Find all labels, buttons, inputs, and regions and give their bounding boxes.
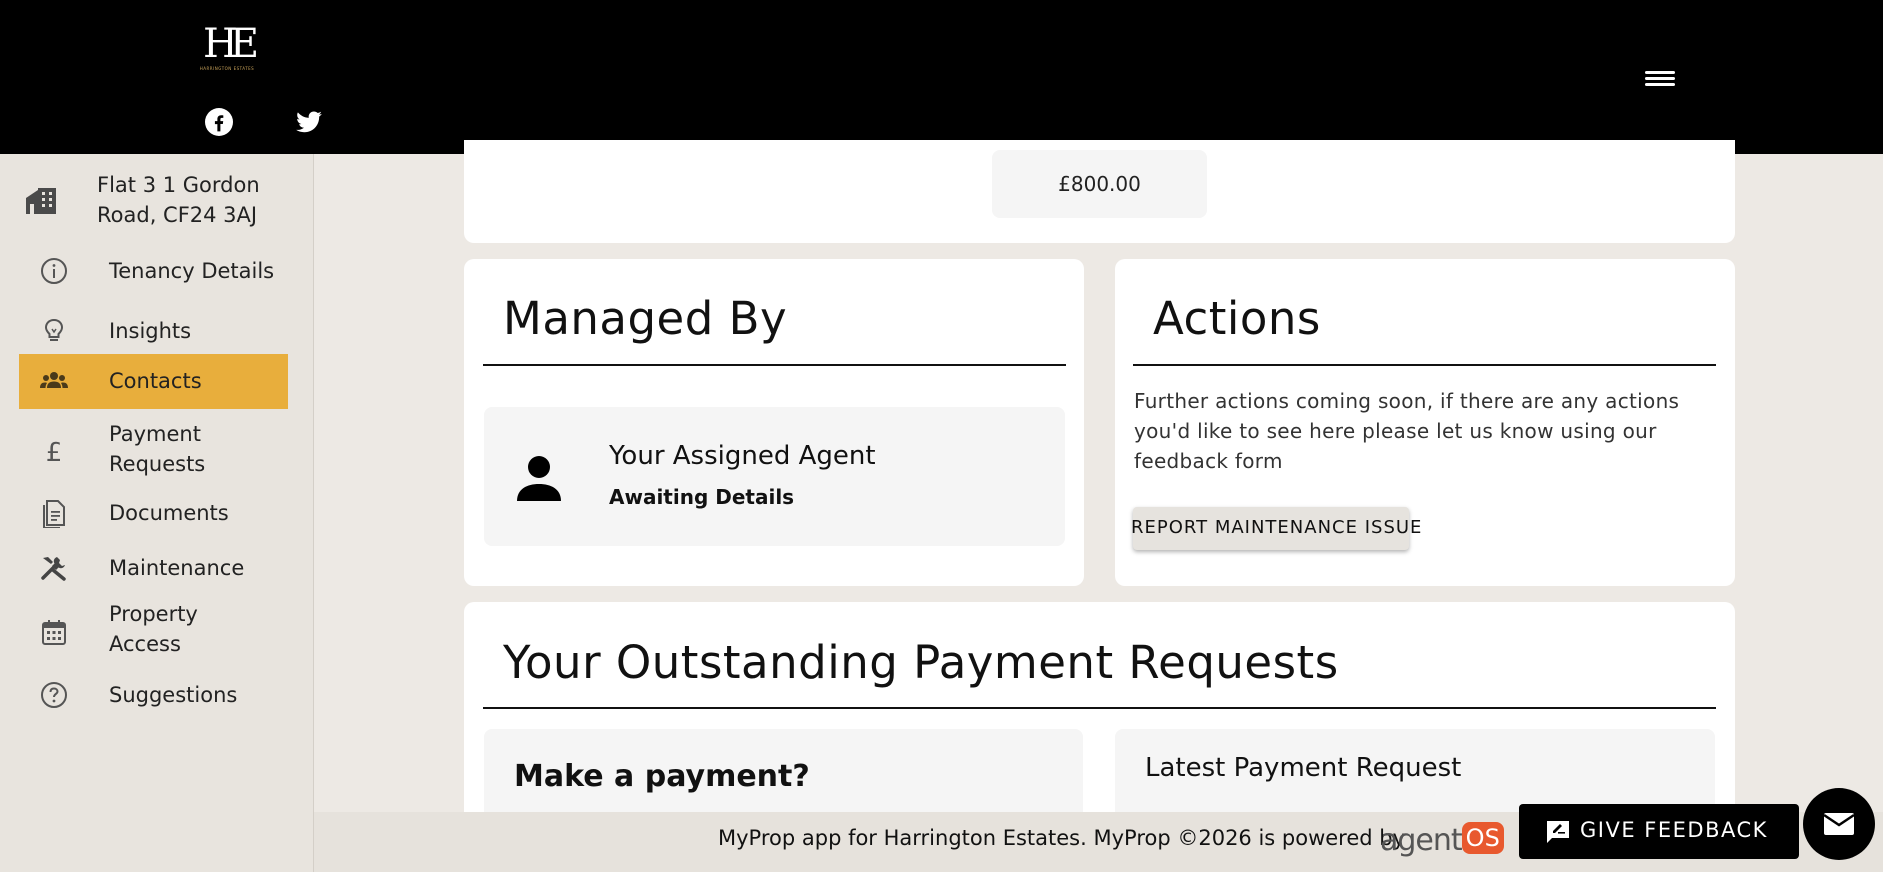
sidebar-item-suggestions[interactable]: Suggestions [19,676,288,721]
feedback-icon [1547,821,1569,843]
agent-status: Awaiting Details [609,485,795,509]
document-icon [43,500,65,528]
harrington-estates-logo[interactable]: HE HARRINGTON ESTATES [196,21,259,72]
calendar-icon [42,620,66,645]
agentos-logo-os: OS [1461,822,1504,854]
report-button-label: REPORT MAINTENANCE ISSUE [1131,517,1423,538]
sidebar-item-label: Payment Requests [109,422,206,476]
payment-requests-divider [483,707,1716,709]
make-payment-card: Make a payment? [484,729,1083,819]
agentos-logo-agent: agent [1380,823,1463,858]
sidebar-item-documents[interactable]: Documents [19,494,288,539]
sidebar-item-label: Suggestions [109,683,238,707]
footer-text: MyProp app for Harrington Estates. MyPro… [718,826,1406,850]
managed-by-divider [483,364,1066,366]
give-feedback-label: GIVE FEEDBACK [1580,818,1768,842]
tools-icon [41,557,66,581]
actions-divider [1133,364,1716,366]
top-header: HE HARRINGTON ESTATES [0,0,1883,154]
rent-amount: £800.00 [992,150,1207,218]
question-icon [41,682,67,708]
sidebar-item-label: Contacts [109,369,202,393]
sidebar-item-maintenance[interactable]: Maintenance [19,549,288,594]
people-icon [40,372,68,388]
report-maintenance-issue-button[interactable]: REPORT MAINTENANCE ISSUE [1131,507,1421,550]
actions-description: Further actions coming soon, if there ar… [1134,389,1680,473]
facebook-icon[interactable] [205,108,233,136]
agentos-logo[interactable]: agent OS [1380,822,1504,858]
lightbulb-icon [44,318,64,341]
pound-icon: £ [46,438,63,467]
twitter-icon[interactable] [295,108,323,136]
svg-text:£: £ [46,438,63,467]
property-address[interactable]: Flat 3 1 Gordon Road, CF24 3AJ [0,170,300,232]
info-icon [41,258,67,284]
sidebar-item-label: Property Access [109,602,198,656]
sidebar-item-label: Documents [109,501,229,525]
sidebar-item-contacts[interactable]: Contacts [19,354,288,409]
message-button[interactable] [1803,788,1875,860]
payment-requests-title: Your Outstanding Payment Requests [503,636,1339,689]
assigned-agent-card: Your Assigned Agent Awaiting Details [484,407,1065,546]
latest-payment-heading: Latest Payment Request [1145,753,1462,783]
person-icon [517,456,561,501]
hamburger-menu-icon[interactable] [1645,68,1675,92]
agent-title: Your Assigned Agent [609,441,876,471]
make-payment-heading: Make a payment? [514,759,810,794]
sidebar-item-insights[interactable]: Insights [19,309,288,354]
actions-title: Actions [1153,292,1321,345]
building-icon [26,188,56,214]
sidebar-item-label: Tenancy Details [109,259,275,283]
address-label: Flat 3 1 Gordon Road, CF24 3AJ [97,173,260,227]
managed-by-title: Managed By [503,292,788,345]
logo-subtitle: HARRINGTON ESTATES [199,66,255,71]
give-feedback-button[interactable]: GIVE FEEDBACK [1519,804,1799,859]
logo-mark: HE [202,21,259,67]
sidebar-item-tenancy-details[interactable]: Tenancy Details [19,249,288,294]
sidebar-item-label: Maintenance [109,556,245,580]
sidebar-item-label: Insights [109,319,192,343]
sidebar-item-property-access[interactable]: Property Access [19,599,288,661]
mail-icon [1823,813,1855,835]
sidebar: Flat 3 1 Gordon Road, CF24 3AJ Tenancy D… [0,154,314,872]
sidebar-item-payment-requests[interactable]: £ Payment Requests [19,419,288,479]
